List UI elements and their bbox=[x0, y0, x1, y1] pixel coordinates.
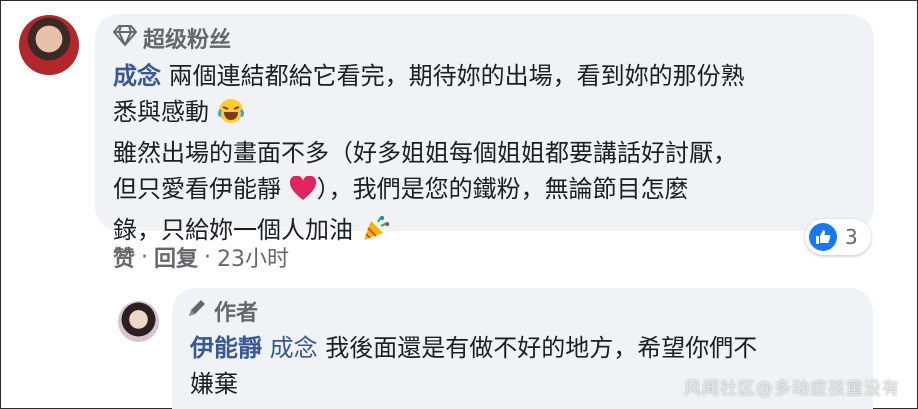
like-icon bbox=[809, 223, 837, 251]
reply-text-line1: 我後面還是有做不好的地方，希望你們不 bbox=[325, 334, 758, 362]
commenter-avatar[interactable] bbox=[19, 15, 79, 75]
badge-label: 作者 bbox=[214, 301, 259, 326]
comment-text-line4a: 但只愛看伊能靜 bbox=[113, 175, 281, 203]
reaction-count: 3 bbox=[845, 225, 858, 249]
laughing-emoji-icon bbox=[217, 97, 245, 135]
reply-text-line2: 嫌棄 bbox=[190, 370, 238, 398]
reply-link[interactable]: 回复 bbox=[154, 241, 198, 273]
reaction-summary[interactable]: 3 bbox=[805, 219, 871, 255]
badge-label: 超级粉丝 bbox=[143, 28, 232, 53]
reply-author-name[interactable]: 伊能靜 bbox=[190, 334, 262, 362]
comment-text-line5: 錄，只給妳一個人加油 bbox=[113, 216, 353, 244]
author-avatar[interactable] bbox=[118, 301, 159, 342]
comment-body: 成念 兩個連結都給它看完，期待妳的出場，看到妳的那份熟 悉與感動 雖然出場的畫面… bbox=[113, 58, 853, 253]
author-badge: 作者 bbox=[186, 295, 258, 327]
separator-dot: · bbox=[204, 244, 212, 270]
watermark: 风闻社区@多动症孩童没有 bbox=[684, 379, 900, 399]
top-fan-badge: 超级粉丝 bbox=[113, 22, 231, 54]
comment-text-line1: 兩個連結都給它看完，期待妳的出場，看到妳的那份熟 bbox=[168, 62, 745, 90]
like-link[interactable]: 赞 bbox=[113, 241, 135, 273]
party-popper-icon bbox=[361, 213, 391, 253]
comment-actions: 赞 · 回复 · 23小时 bbox=[113, 241, 289, 273]
diamond-icon bbox=[113, 24, 137, 52]
pen-icon bbox=[186, 297, 208, 325]
comment-text-line4b: ），我們是您的鐵粉，無論節目怎麼 bbox=[316, 175, 689, 203]
mention-link[interactable]: 成念 bbox=[270, 334, 318, 362]
separator-dot: · bbox=[141, 244, 149, 270]
comment-timestamp[interactable]: 23小时 bbox=[217, 241, 289, 273]
comment-author-name[interactable]: 成念 bbox=[113, 62, 161, 90]
comment-text-line3: 雖然出場的畫面不多（好多姐姐每個姐姐都要講話好討厭， bbox=[113, 139, 737, 167]
comment-text-line2: 悉與感動 bbox=[113, 98, 209, 126]
red-heart-icon bbox=[289, 175, 317, 212]
